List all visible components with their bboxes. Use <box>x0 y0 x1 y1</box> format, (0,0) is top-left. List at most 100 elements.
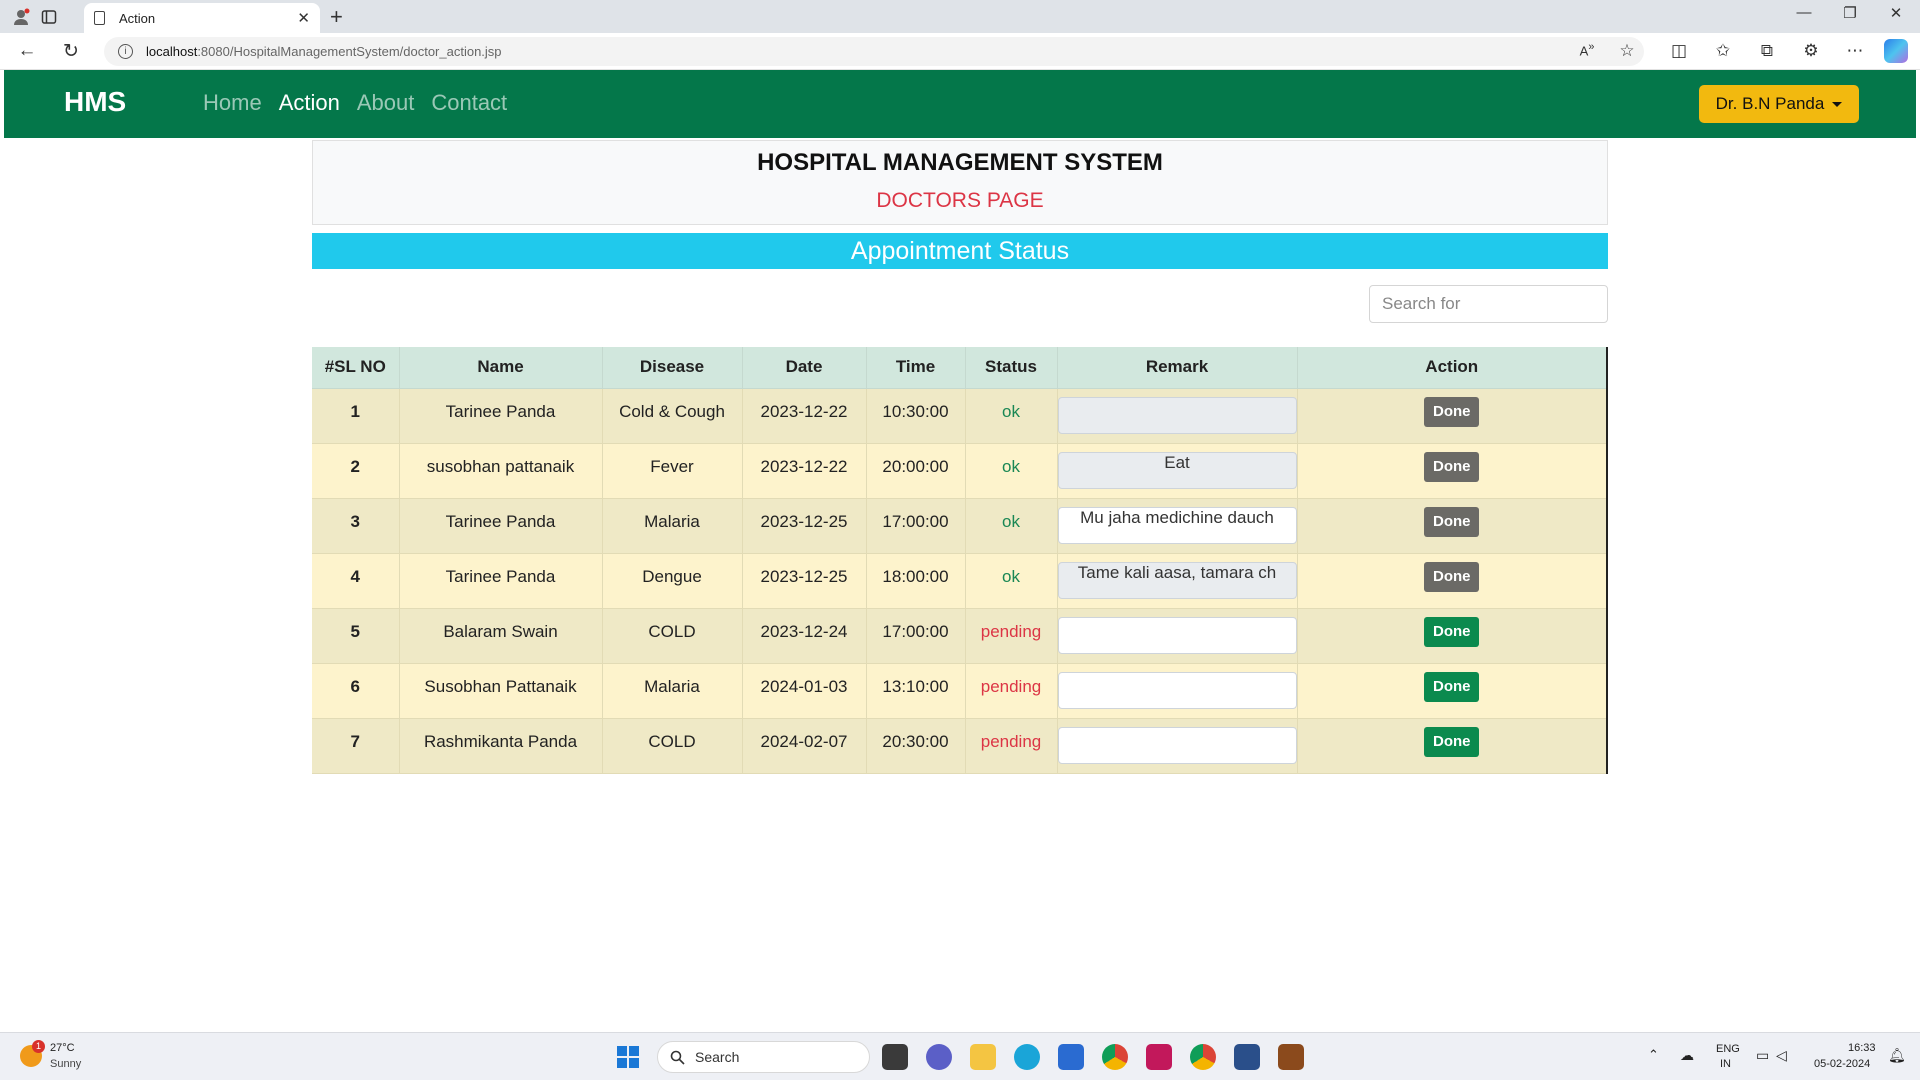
cell-sl: 3 <box>312 498 400 554</box>
user-menu-button[interactable]: Dr. B.N Panda <box>1699 85 1859 123</box>
windows-start-icon[interactable] <box>617 1046 639 1068</box>
cell-date: 2023-12-22 <box>742 443 867 499</box>
extensions-icon[interactable]: ⚙ <box>1798 41 1824 61</box>
table-row: 2 susobhan pattanaik Fever 2023-12-22 20… <box>312 443 1608 499</box>
notification-icon[interactable]: 🔔︎ <box>1888 1047 1906 1064</box>
cell-sl: 6 <box>312 663 400 719</box>
taskbar-search[interactable]: Search <box>657 1041 870 1073</box>
copilot-icon[interactable] <box>1884 39 1908 63</box>
nav-about[interactable]: About <box>357 90 415 116</box>
cell-remark <box>1057 608 1298 664</box>
done-button[interactable]: Done <box>1424 451 1480 482</box>
table-row: 7 Rashmikanta Panda COLD 2024-02-07 20:3… <box>312 718 1608 774</box>
cell-status: ok <box>965 388 1058 444</box>
chrome-icon[interactable] <box>1102 1044 1128 1070</box>
favorite-icon[interactable]: ☆ <box>1614 41 1640 61</box>
browser-tab[interactable]: Action ✕ <box>84 3 320 33</box>
section-title: Appointment Status <box>312 233 1608 269</box>
intellij-icon[interactable] <box>1146 1044 1172 1070</box>
cell-date: 2023-12-25 <box>742 498 867 554</box>
language-top[interactable]: ENG <box>1716 1043 1740 1055</box>
cell-date: 2023-12-24 <box>742 608 867 664</box>
cell-date: 2024-02-07 <box>742 718 867 774</box>
cell-remark: Eat <box>1057 443 1298 499</box>
taskbar: 1 27°C Sunny Search ⌃ ☁ ENG IN ▭ ◁ 16:33… <box>0 1032 1920 1080</box>
col-status: Status <box>965 347 1058 389</box>
remark-input[interactable] <box>1057 396 1297 434</box>
language-bottom[interactable]: IN <box>1720 1058 1731 1070</box>
cell-name: Tarinee Panda <box>399 388 603 444</box>
cell-disease: Fever <box>602 443 743 499</box>
col-name: Name <box>399 347 603 389</box>
done-button[interactable]: Done <box>1424 506 1480 537</box>
done-button[interactable]: Done <box>1424 671 1480 702</box>
nav-home[interactable]: Home <box>203 90 262 116</box>
refresh-icon[interactable]: ↻ <box>58 40 84 63</box>
remark-input[interactable] <box>1057 726 1297 764</box>
url-field[interactable]: i localhost:8080/HospitalManagementSyste… <box>104 37 1644 66</box>
col-disease: Disease <box>602 347 743 389</box>
tab-actions-icon[interactable] <box>38 6 60 28</box>
cell-name: Rashmikanta Panda <box>399 718 603 774</box>
header-card: HOSPITAL MANAGEMENT SYSTEM DOCTORS PAGE <box>312 140 1608 225</box>
clock-date[interactable]: 05-02-2024 <box>1814 1058 1870 1070</box>
close-window-icon[interactable]: ✕ <box>1876 4 1916 22</box>
task-view-icon[interactable] <box>882 1044 908 1070</box>
nav-contact[interactable]: Contact <box>431 90 507 116</box>
cell-sl: 4 <box>312 553 400 609</box>
cell-status: pending <box>965 608 1058 664</box>
table-row: 4 Tarinee Panda Dengue 2023-12-25 18:00:… <box>312 553 1608 609</box>
collections-icon[interactable]: ⧉ <box>1754 41 1780 61</box>
remark-input[interactable]: Tame kali aasa, tamara ch <box>1057 561 1297 599</box>
restore-icon[interactable]: ❐ <box>1830 4 1870 22</box>
done-button[interactable]: Done <box>1424 396 1480 427</box>
file-explorer-icon[interactable] <box>970 1044 996 1070</box>
chrome-profile-icon[interactable] <box>1190 1044 1216 1070</box>
mysql-icon[interactable] <box>1234 1044 1260 1070</box>
network-icon[interactable]: ▭ <box>1756 1047 1769 1064</box>
search-input[interactable] <box>1369 285 1608 323</box>
page-title: HOSPITAL MANAGEMENT SYSTEM <box>757 149 1163 176</box>
col-time: Time <box>866 347 966 389</box>
cell-action: Done <box>1297 608 1608 664</box>
close-icon[interactable]: ✕ <box>297 9 310 27</box>
done-button[interactable]: Done <box>1424 616 1480 647</box>
info-icon[interactable]: i <box>118 44 133 59</box>
profile-icon[interactable] <box>10 6 32 28</box>
back-icon[interactable]: ← <box>14 40 40 62</box>
tomcat-icon[interactable] <box>1278 1044 1304 1070</box>
table-row: 5 Balaram Swain COLD 2023-12-24 17:00:00… <box>312 608 1608 664</box>
minimize-icon[interactable]: — <box>1784 4 1824 21</box>
more-icon[interactable]: ⋯ <box>1842 41 1868 61</box>
cell-status: pending <box>965 718 1058 774</box>
cell-status: ok <box>965 498 1058 554</box>
taskbar-search-label: Search <box>695 1049 740 1065</box>
favorites-icon[interactable]: ✩ <box>1710 41 1736 61</box>
plus-icon[interactable]: + <box>330 4 343 30</box>
remark-input[interactable] <box>1057 616 1297 654</box>
cell-action: Done <box>1297 498 1608 554</box>
nav-links: Home Action About Contact <box>203 90 507 116</box>
volume-icon[interactable]: ◁ <box>1776 1047 1787 1064</box>
remark-input[interactable]: Mu jaha medichine dauch <box>1057 506 1297 544</box>
remark-input[interactable]: Eat <box>1057 451 1297 489</box>
store-icon[interactable] <box>1058 1044 1084 1070</box>
cell-action: Done <box>1297 443 1608 499</box>
split-screen-icon[interactable]: ◫ <box>1666 41 1692 61</box>
cell-disease: Malaria <box>602 498 743 554</box>
cell-status: pending <box>965 663 1058 719</box>
brand-logo[interactable]: HMS <box>64 86 126 118</box>
cell-time: 18:00:00 <box>866 553 966 609</box>
teams-icon[interactable] <box>926 1044 952 1070</box>
cell-name: Susobhan Pattanaik <box>399 663 603 719</box>
done-button[interactable]: Done <box>1424 561 1480 592</box>
onedrive-icon[interactable]: ☁ <box>1680 1047 1694 1064</box>
edge-icon[interactable] <box>1014 1044 1040 1070</box>
done-button[interactable]: Done <box>1424 726 1480 757</box>
nav-action[interactable]: Action <box>279 90 340 116</box>
read-aloud-icon[interactable]: A» <box>1574 41 1600 58</box>
clock-time[interactable]: 16:33 <box>1848 1042 1876 1054</box>
cell-sl: 2 <box>312 443 400 499</box>
remark-input[interactable] <box>1057 671 1297 709</box>
chevron-up-icon[interactable]: ⌃ <box>1648 1047 1659 1063</box>
